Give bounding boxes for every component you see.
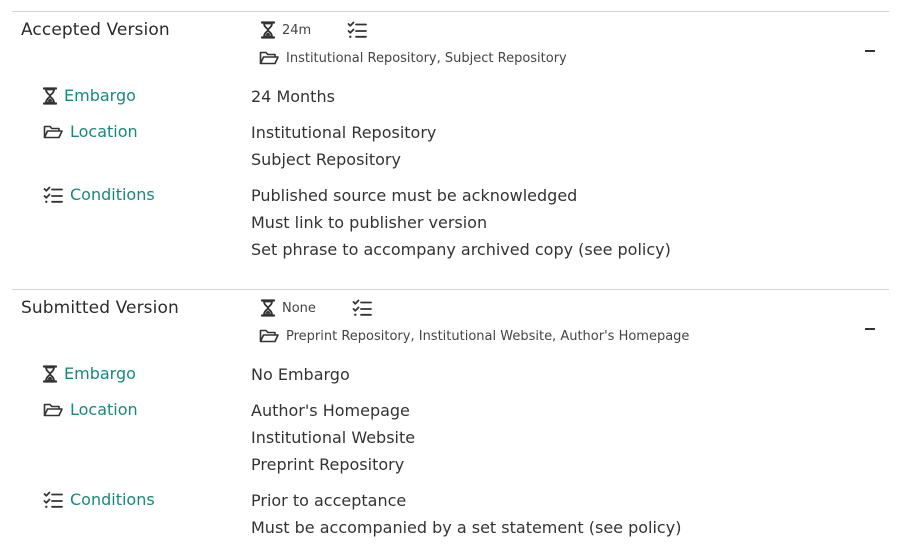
accepted-embargo-summary-value: 24m: [282, 22, 312, 38]
accepted-conditions-label: Conditions: [43, 185, 155, 204]
submitted-location-list: Author's Homepage Institutional Website …: [251, 397, 415, 478]
submitted-version-title[interactable]: Submitted Version: [21, 298, 179, 318]
accepted-conditions-label-text: Conditions: [70, 185, 155, 204]
condition-item: Published source must be acknowledged: [251, 186, 578, 205]
checklist-icon: [43, 491, 63, 509]
top-divider: [12, 11, 889, 12]
checklist-icon: [347, 21, 367, 39]
accepted-location-summary-value: Institutional Repository, Subject Reposi…: [286, 50, 567, 66]
accepted-embargo-summary: 24m: [261, 21, 311, 39]
accepted-embargo-label-text: Embargo: [64, 86, 136, 105]
accepted-collapse-button[interactable]: [865, 50, 875, 52]
folder-open-icon: [259, 328, 279, 344]
folder-open-icon: [43, 402, 63, 418]
accepted-conditions-summary: [347, 21, 374, 39]
folder-open-icon: [43, 124, 63, 140]
submitted-conditions-label: Conditions: [43, 490, 155, 509]
submitted-conditions-summary: [352, 299, 379, 317]
accepted-location-label: Location: [43, 122, 138, 141]
submitted-embargo-value: No Embargo: [251, 361, 350, 388]
checklist-icon: [352, 299, 372, 317]
condition-item[interactable]: Must be accompanied by a set statement (…: [251, 514, 681, 541]
submitted-embargo-value-text: No Embargo: [251, 365, 350, 384]
accepted-location-list: Institutional Repository Subject Reposit…: [251, 119, 436, 173]
submitted-conditions-label-text: Conditions: [70, 490, 155, 509]
submitted-location-label-text: Location: [70, 400, 138, 419]
submitted-embargo-label-text: Embargo: [64, 364, 136, 383]
submitted-embargo-summary: None: [261, 299, 316, 317]
submitted-embargo-summary-value: None: [282, 300, 316, 316]
location-item: Author's Homepage: [251, 401, 410, 420]
accepted-version-title[interactable]: Accepted Version: [21, 20, 170, 40]
folder-open-icon: [259, 50, 279, 66]
checklist-icon: [43, 186, 63, 204]
location-item: Institutional Website: [251, 428, 416, 447]
accepted-embargo-value-text: 24 Months: [251, 87, 335, 106]
condition-item: Prior to acceptance: [251, 491, 407, 510]
submitted-location-summary: Preprint Repository, Institutional Websi…: [259, 328, 689, 344]
submitted-conditions-list: Prior to acceptance Must be accompanied …: [251, 487, 681, 541]
accepted-location-label-text: Location: [70, 122, 138, 141]
condition-item: Must link to publisher version: [251, 213, 488, 232]
hourglass-icon: [261, 21, 275, 39]
submitted-location-summary-value: Preprint Repository, Institutional Websi…: [286, 328, 690, 344]
accepted-location-summary: Institutional Repository, Subject Reposi…: [259, 50, 567, 66]
submitted-embargo-label: Embargo: [43, 364, 136, 383]
accepted-conditions-list: Published source must be acknowledged Mu…: [251, 182, 671, 263]
condition-item[interactable]: Set phrase to accompany archived copy (s…: [251, 236, 671, 263]
location-item: Preprint Repository: [251, 455, 405, 474]
location-item: Institutional Repository: [251, 123, 437, 142]
hourglass-icon: [43, 365, 57, 383]
hourglass-icon: [261, 299, 275, 317]
accepted-embargo-value: 24 Months: [251, 83, 335, 110]
section-divider: [12, 289, 889, 290]
submitted-collapse-button[interactable]: [865, 328, 875, 330]
accepted-embargo-label: Embargo: [43, 86, 136, 105]
hourglass-icon: [43, 87, 57, 105]
location-item: Subject Repository: [251, 150, 401, 169]
submitted-location-label: Location: [43, 400, 138, 419]
